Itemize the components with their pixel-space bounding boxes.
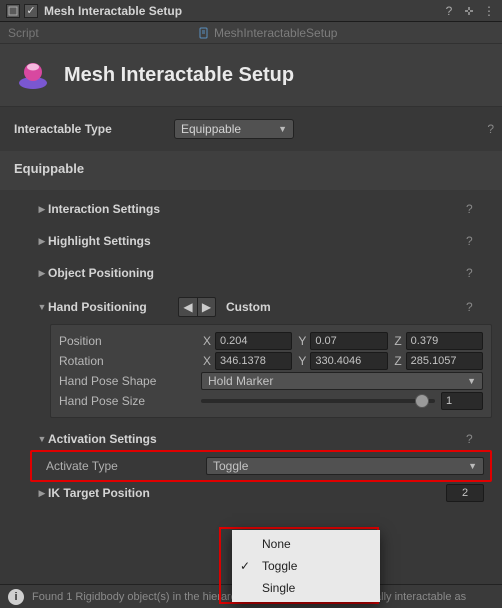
position-row: Position X 0.204 Y 0.07 Z 0.379: [59, 331, 483, 351]
chevron-down-icon: ▼: [36, 434, 48, 444]
foldout-highlight-settings[interactable]: ▶ Highlight Settings ?: [36, 230, 492, 252]
position-z-field[interactable]: 0.379: [406, 332, 483, 350]
chevron-down-icon: ▼: [36, 302, 48, 312]
help-icon[interactable]: ?: [442, 4, 456, 18]
rotation-y-field[interactable]: 330.4046: [310, 352, 387, 370]
hand-positioning-mode: Custom: [226, 300, 271, 314]
interactable-type-value: Equippable: [181, 122, 241, 136]
equippable-section-header: Equippable: [0, 151, 502, 190]
position-y-field[interactable]: 0.07: [310, 332, 387, 350]
check-icon: ✓: [240, 559, 262, 573]
chevron-down-icon: ▼: [278, 124, 287, 134]
title-card: Mesh Interactable Setup: [0, 44, 502, 107]
chevron-right-icon: ▶: [36, 204, 48, 215]
foldout-ik-target-position[interactable]: ▶ IK Target Position 2: [36, 482, 492, 504]
foldout-interaction-settings[interactable]: ▶ Interaction Settings ?: [36, 198, 492, 220]
page-title: Mesh Interactable Setup: [64, 64, 294, 87]
equippable-section-body: ▶ Interaction Settings ? ▶ Highlight Set…: [0, 190, 502, 518]
interactable-type-label: Interactable Type: [14, 122, 174, 136]
popup-option-toggle[interactable]: ✓ Toggle: [232, 555, 380, 577]
hand-pose-size-row: Hand Pose Size 1: [59, 391, 483, 411]
enabled-checkbox[interactable]: ✓: [24, 4, 38, 18]
activate-type-dropdown[interactable]: Toggle ▼: [206, 457, 484, 475]
hand-positioning-prev-next[interactable]: ◀ ▶: [178, 297, 216, 317]
script-file-icon: [198, 27, 210, 39]
help-icon[interactable]: ?: [476, 122, 494, 136]
help-icon[interactable]: ?: [466, 202, 484, 216]
component-title: Mesh Interactable Setup: [44, 4, 436, 18]
hand-positioning-block: Position X 0.204 Y 0.07 Z 0.379 Rotation…: [50, 324, 492, 418]
chevron-down-icon: ▼: [467, 376, 476, 386]
next-button[interactable]: ▶: [197, 298, 215, 316]
activate-type-popup: None ✓ Toggle Single: [232, 530, 380, 602]
context-menu-icon[interactable]: ⋮: [482, 4, 496, 18]
slider-thumb[interactable]: [415, 394, 429, 408]
foldout-hand-positioning[interactable]: ▼ Hand Positioning ◀ ▶ Custom ?: [36, 294, 492, 320]
popup-option-none[interactable]: None: [232, 533, 380, 555]
info-icon: i: [8, 589, 24, 605]
position-x-field[interactable]: 0.204: [215, 332, 292, 350]
prev-button[interactable]: ◀: [179, 298, 197, 316]
rotation-x-field[interactable]: 346.1378: [215, 352, 292, 370]
chevron-right-icon: ▶: [36, 488, 48, 499]
ik-target-count-field[interactable]: 2: [446, 484, 484, 502]
interactable-type-dropdown[interactable]: Equippable ▼: [174, 119, 294, 139]
component-icon: [6, 4, 20, 18]
hand-pose-size-slider[interactable]: [201, 399, 435, 403]
rotation-z-field[interactable]: 285.1057: [406, 352, 483, 370]
foldout-object-positioning[interactable]: ▶ Object Positioning ?: [36, 262, 492, 284]
script-value: MeshInteractableSetup: [198, 26, 494, 40]
help-icon[interactable]: ?: [466, 432, 484, 446]
chevron-down-icon: ▼: [468, 461, 477, 471]
hand-pose-size-field[interactable]: 1: [441, 392, 483, 410]
activate-type-row: Activate Type Toggle ▼: [32, 455, 484, 477]
chevron-right-icon: ▶: [36, 236, 48, 247]
popup-option-single[interactable]: Single: [232, 577, 380, 599]
hand-pose-shape-dropdown[interactable]: Hold Marker ▼: [201, 372, 483, 390]
component-header: ✓ Mesh Interactable Setup ? ⋮: [0, 0, 502, 22]
hand-pose-shape-row: Hand Pose Shape Hold Marker ▼: [59, 371, 483, 391]
help-icon[interactable]: ?: [466, 234, 484, 248]
activate-type-highlight: Activate Type Toggle ▼: [30, 450, 492, 482]
interactable-type-row: Interactable Type Equippable ▼ ?: [0, 107, 502, 151]
script-name: MeshInteractableSetup: [214, 26, 337, 40]
rotation-row: Rotation X 346.1378 Y 330.4046 Z 285.105…: [59, 351, 483, 371]
mesh-logo-icon: [14, 56, 52, 94]
script-label: Script: [8, 26, 198, 40]
script-row: Script MeshInteractableSetup: [0, 22, 502, 44]
help-icon[interactable]: ?: [466, 300, 484, 314]
chevron-right-icon: ▶: [36, 268, 48, 279]
preset-icon[interactable]: [462, 4, 476, 18]
foldout-activation-settings[interactable]: ▼ Activation Settings ?: [36, 428, 492, 450]
help-icon[interactable]: ?: [466, 266, 484, 280]
